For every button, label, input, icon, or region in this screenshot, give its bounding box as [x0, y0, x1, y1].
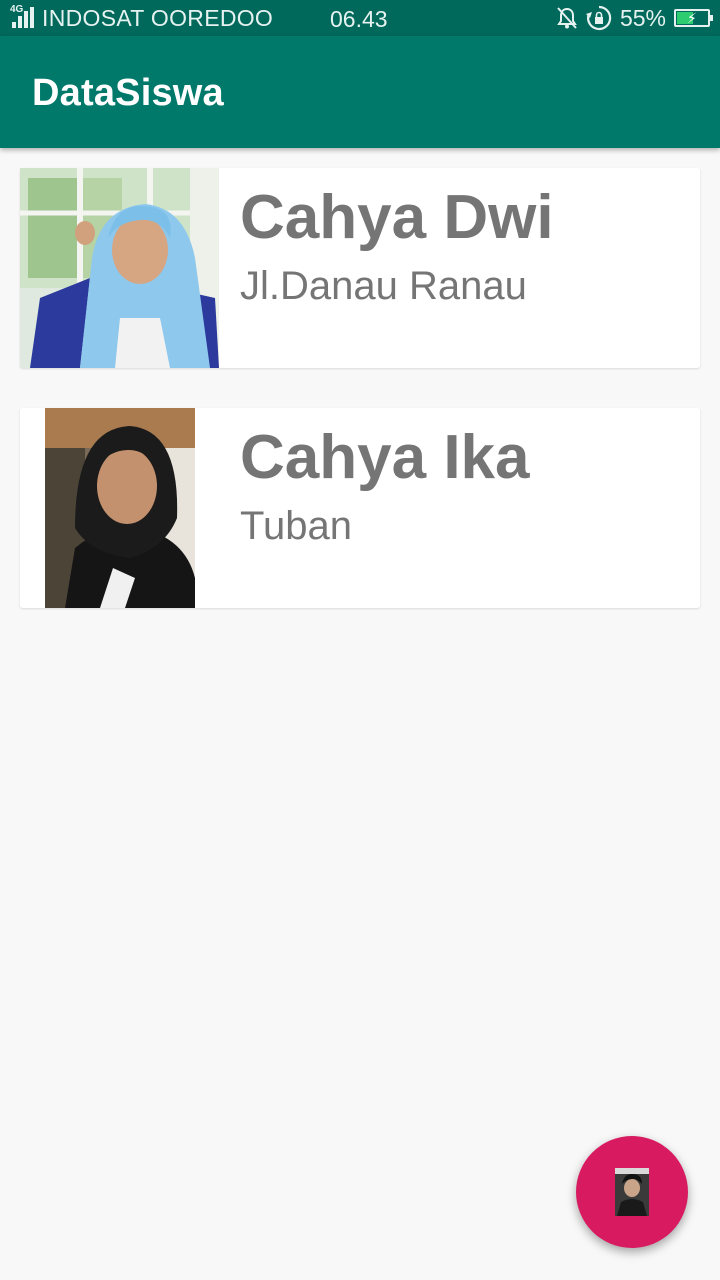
status-time: 06.43 — [330, 6, 388, 32]
rotation-lock-icon — [585, 5, 612, 31]
status-bar: 4G INDOSAT OOREDOO 06.43 55% ⚡ — [0, 0, 720, 36]
battery-charging-icon: ⚡ — [674, 9, 713, 27]
signal-icon: 4G — [10, 4, 36, 30]
student-address: Jl.Danau Ranau — [240, 264, 527, 308]
student-name: Cahya Dwi — [240, 183, 554, 252]
status-left: 4G INDOSAT OOREDOO — [10, 4, 330, 32]
battery-percent: 55% — [619, 4, 666, 31]
add-student-fab-button[interactable] — [576, 1136, 688, 1248]
status-right: 55% ⚡ — [556, 0, 713, 36]
carrier-name: INDOSAT OOREDOO — [42, 4, 274, 31]
student-address: Tuban — [240, 504, 352, 548]
app-bar: DataSiswa — [0, 36, 720, 148]
mute-icon — [556, 6, 578, 30]
person-photo-icon — [615, 1168, 649, 1216]
student-name: Cahya Ika — [240, 423, 530, 492]
app-title: DataSiswa — [32, 72, 224, 114]
student-photo — [45, 408, 195, 608]
student-card[interactable]: Cahya Dwi Jl.Danau Ranau — [20, 168, 700, 368]
student-photo — [20, 168, 219, 368]
network-type: 4G — [10, 4, 24, 15]
student-card[interactable]: Cahya Ika Tuban — [20, 408, 700, 608]
